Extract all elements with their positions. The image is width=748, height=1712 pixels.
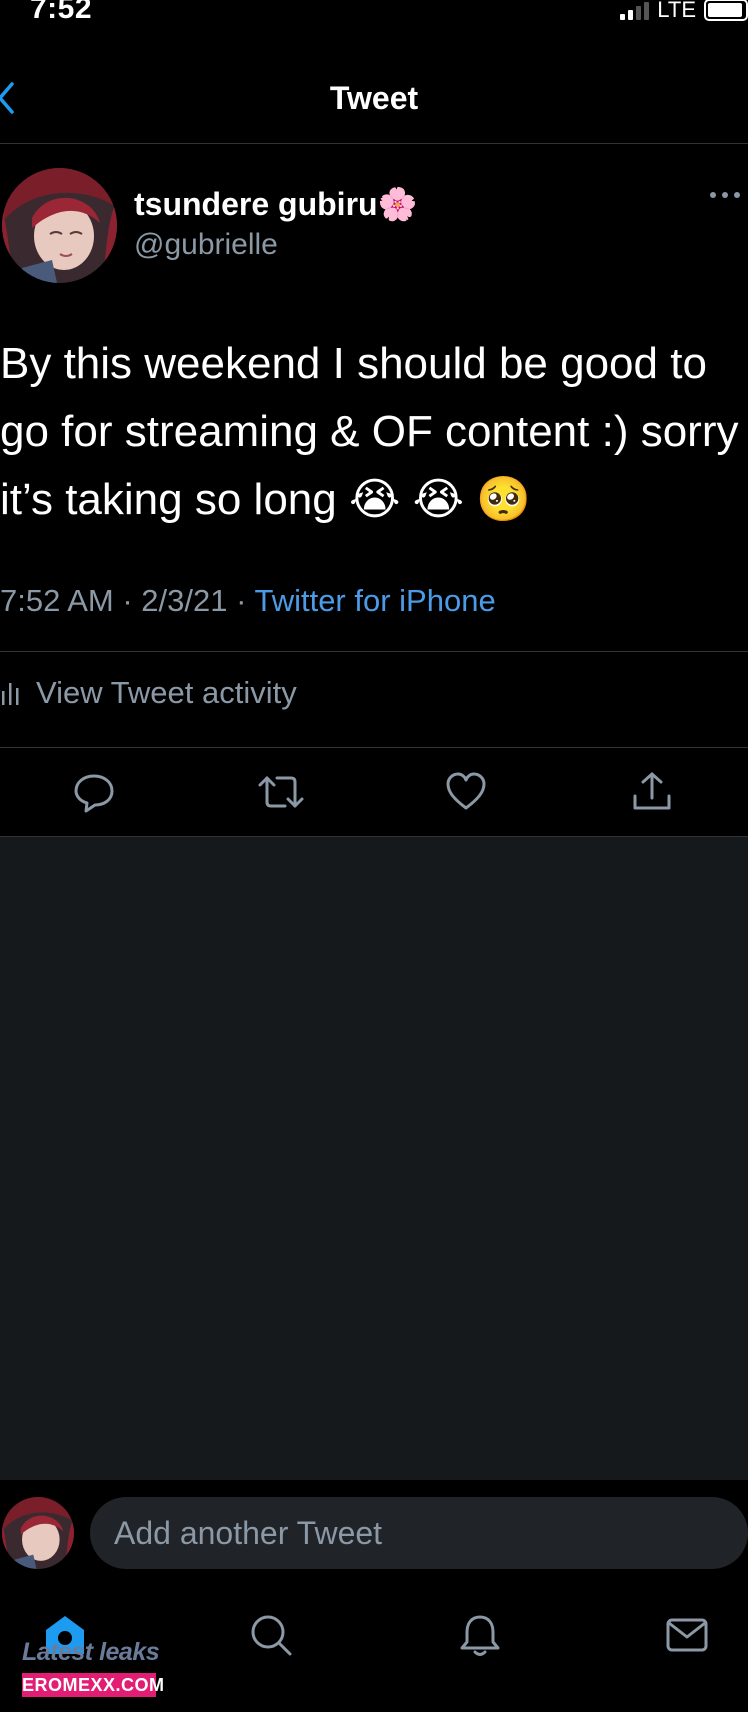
reply-button[interactable] — [72, 770, 116, 814]
composer-avatar-image — [2, 1497, 74, 1569]
tweet-actions — [0, 770, 748, 830]
more-dot — [722, 192, 728, 198]
tab-search[interactable] — [248, 1612, 294, 1658]
author-display-name[interactable]: tsundere gubiru🌸 — [134, 185, 417, 223]
status-time: 7:52 — [30, 0, 93, 25]
tweet-text: By this weekend I should be good to go f… — [0, 339, 739, 524]
retweet-icon — [258, 776, 304, 808]
avatar-image — [2, 168, 117, 283]
add-tweet-input[interactable]: Add another Tweet — [90, 1497, 748, 1569]
activity-divider — [0, 747, 748, 748]
reply-bubble-icon — [74, 774, 114, 813]
more-dot — [734, 192, 740, 198]
view-tweet-activity[interactable]: View Tweet activity — [0, 675, 297, 711]
tab-messages[interactable] — [664, 1612, 710, 1658]
meta-divider — [0, 651, 748, 652]
heart-icon — [446, 772, 486, 810]
author-name-text: tsundere gubiru — [134, 186, 378, 222]
more-horizontal-icon — [710, 192, 716, 198]
battery-icon — [704, 0, 748, 21]
bell-icon — [460, 1615, 500, 1656]
page-title: Tweet — [329, 80, 419, 116]
activity-chart-icon — [2, 683, 19, 705]
tweet-source-link[interactable]: Twitter for iPhone — [254, 583, 495, 618]
replies-area — [0, 837, 748, 1480]
flower-emoji: 🌸 — [377, 186, 418, 222]
status-indicators: LTE — [620, 0, 748, 24]
share-button[interactable] — [630, 770, 674, 814]
composer-avatar — [2, 1497, 74, 1569]
watermark-line2: EROMEXX.COM — [22, 1673, 165, 1697]
mail-icon — [666, 1618, 708, 1652]
watermark-line1: Latest leaks — [22, 1638, 160, 1666]
share-icon — [633, 772, 671, 810]
retweet-button[interactable] — [257, 770, 304, 814]
header-divider — [0, 143, 748, 144]
like-button[interactable] — [444, 770, 488, 814]
search-icon — [251, 1615, 292, 1656]
more-options-button[interactable] — [710, 192, 740, 198]
activity-label: View Tweet activity — [36, 675, 297, 710]
tweet-meta: 7:52 AM · 2/3/21 · Twitter for iPhone — [0, 583, 496, 619]
tweet-timestamp: 7:52 AM · 2/3/21 · — [0, 583, 255, 618]
tab-notifications[interactable] — [457, 1612, 503, 1658]
signal-icon — [620, 0, 650, 20]
author-handle[interactable]: @gubrielle — [134, 228, 278, 262]
avatar[interactable] — [2, 168, 117, 283]
network-label: LTE — [657, 0, 696, 22]
